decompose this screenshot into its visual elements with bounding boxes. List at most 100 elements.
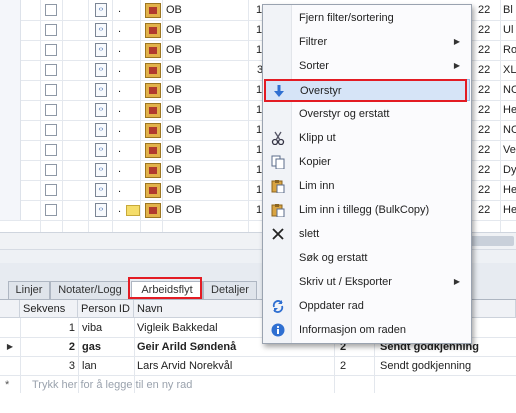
row-name-start: He	[503, 104, 516, 116]
row-type: OB	[166, 64, 182, 76]
document-icon[interactable]: ‹›	[95, 183, 107, 197]
document-icon[interactable]: ‹›	[95, 163, 107, 177]
menu-item-label: Overstyr og erstatt	[299, 108, 390, 120]
row-checkbox[interactable]	[45, 144, 57, 156]
document-icon[interactable]: ‹›	[95, 103, 107, 117]
menu-item-label: Skriv ut / Eksporter	[299, 276, 392, 288]
row-indicator[interactable]	[0, 20, 21, 40]
menu-item-sorter[interactable]: Sorter ▶	[264, 55, 470, 77]
menu-item-lim-inn-i-tillegg-bulkcopy[interactable]: Lim inn i tillegg (BulkCopy)	[264, 199, 470, 221]
document-icon[interactable]: ‹›	[95, 203, 107, 217]
row-indicator[interactable]	[0, 160, 21, 180]
document-icon[interactable]: ‹›	[95, 83, 107, 97]
menu-item-label: Klipp ut	[299, 132, 336, 144]
row-dot: .	[118, 203, 122, 215]
grid-column-divider	[162, 0, 163, 232]
row-indicator[interactable]	[0, 60, 21, 80]
menu-item-fjern-filter-sortering[interactable]: Fjern filter/sortering	[264, 7, 470, 29]
menu-item-informasjon-om-raden[interactable]: Informasjon om raden	[264, 319, 470, 341]
tab-notater-logg[interactable]: Notater/Logg	[50, 281, 130, 299]
document-icon[interactable]: ‹›	[95, 143, 107, 157]
package-icon	[145, 63, 161, 78]
menu-item-skriv-ut-eksporter[interactable]: Skriv ut / Eksporter ▶	[264, 271, 470, 293]
row-checkbox[interactable]	[45, 164, 57, 176]
row-indicator[interactable]	[0, 100, 21, 120]
package-icon	[145, 163, 161, 178]
cell-status: Sendt godkjenning	[380, 360, 472, 372]
package-icon	[145, 203, 161, 218]
row-checkbox[interactable]	[45, 204, 57, 216]
row-name-start: Ul	[503, 24, 514, 36]
grid-column-divider	[140, 0, 141, 232]
menu-item-label: Fjern filter/sortering	[299, 12, 394, 24]
menu-item-overstyr-og-erstatt[interactable]: Overstyr og erstatt	[264, 103, 470, 125]
row-indicator[interactable]	[0, 180, 21, 200]
menu-item-oppdater-rad[interactable]: Oppdater rad	[264, 295, 470, 317]
row-type: OB	[166, 24, 182, 36]
row-type: OB	[166, 84, 182, 96]
row-indicator[interactable]	[0, 80, 21, 100]
row-type: OB	[166, 204, 182, 216]
row-indicator[interactable]	[0, 200, 21, 220]
column-header-sekvens[interactable]: Sekvens	[20, 300, 78, 318]
row-year: 22	[478, 124, 491, 136]
row-indicator[interactable]	[0, 0, 21, 20]
row-checkbox[interactable]	[45, 64, 57, 76]
cell-person-id: gas	[82, 341, 101, 353]
cell-person-id: lan	[82, 360, 97, 372]
paste-icon	[271, 203, 285, 218]
menu-item-label: Lim inn i tillegg (BulkCopy)	[299, 204, 430, 216]
row-name-start: NO	[503, 84, 516, 96]
cell-level: 2	[340, 360, 347, 372]
menu-item-label: Informasjon om raden	[299, 324, 406, 336]
menu-item-kopier[interactable]: Kopier	[264, 151, 470, 173]
row-indicator[interactable]	[0, 140, 21, 160]
row-checkbox[interactable]	[45, 24, 57, 36]
row-year: 22	[478, 64, 491, 76]
row-name-start: Dy	[503, 164, 516, 176]
add-new-row[interactable]: * Trykk her for å legge til en ny rad	[0, 375, 516, 395]
document-icon[interactable]: ‹›	[95, 23, 107, 37]
cell-sekvens: 3	[68, 360, 75, 372]
package-icon	[145, 3, 161, 18]
tab-linjer[interactable]: Linjer	[8, 281, 50, 299]
note-icon[interactable]	[126, 205, 140, 216]
row-dot: .	[118, 23, 122, 35]
grid-column-divider	[112, 0, 113, 232]
menu-item-klipp-ut[interactable]: Klipp ut	[264, 127, 470, 149]
row-year: 22	[478, 204, 491, 216]
row-indicator[interactable]	[0, 120, 21, 140]
row-checkbox[interactable]	[45, 104, 57, 116]
table-row[interactable]: 3 lan Lars Arvid Norekvål 2 Sendt godkjennin…	[0, 357, 516, 376]
row-dot: .	[118, 103, 122, 115]
row-type: OB	[166, 44, 182, 56]
row-indicator[interactable]	[0, 40, 21, 60]
copy-icon	[271, 155, 285, 170]
column-header-person-id[interactable]: Person ID	[78, 300, 134, 318]
context-menu: Fjern filter/sortering Filtrer ▶ Sorter ▶ Ove…	[262, 4, 472, 344]
new-row-star-icon: *	[5, 379, 10, 391]
cell-navn: Vigleik Bakkedal	[137, 322, 218, 334]
row-checkbox[interactable]	[45, 124, 57, 136]
menu-item-slett[interactable]: slett	[264, 223, 470, 245]
document-icon[interactable]: ‹›	[95, 63, 107, 77]
menu-item-søk-og-erstatt[interactable]: Søk og erstatt	[264, 247, 470, 269]
menu-item-label: Lim inn	[299, 180, 335, 192]
document-icon[interactable]: ‹›	[95, 43, 107, 57]
row-year: 22	[478, 184, 491, 196]
menu-item-filtrer[interactable]: Filtrer ▶	[264, 31, 470, 53]
package-icon	[145, 123, 161, 138]
submenu-arrow-icon: ▶	[453, 37, 460, 46]
menu-item-lim-inn[interactable]: Lim inn	[264, 175, 470, 197]
row-checkbox[interactable]	[45, 44, 57, 56]
row-type: OB	[166, 164, 182, 176]
document-icon[interactable]: ‹›	[95, 123, 107, 137]
row-dot: .	[118, 3, 122, 15]
row-dot: .	[118, 63, 122, 75]
row-checkbox[interactable]	[45, 84, 57, 96]
document-icon[interactable]: ‹›	[95, 3, 107, 17]
row-checkbox[interactable]	[45, 4, 57, 16]
tab-detaljer[interactable]: Detaljer	[203, 281, 257, 299]
row-checkbox[interactable]	[45, 184, 57, 196]
row-dot: .	[118, 143, 122, 155]
